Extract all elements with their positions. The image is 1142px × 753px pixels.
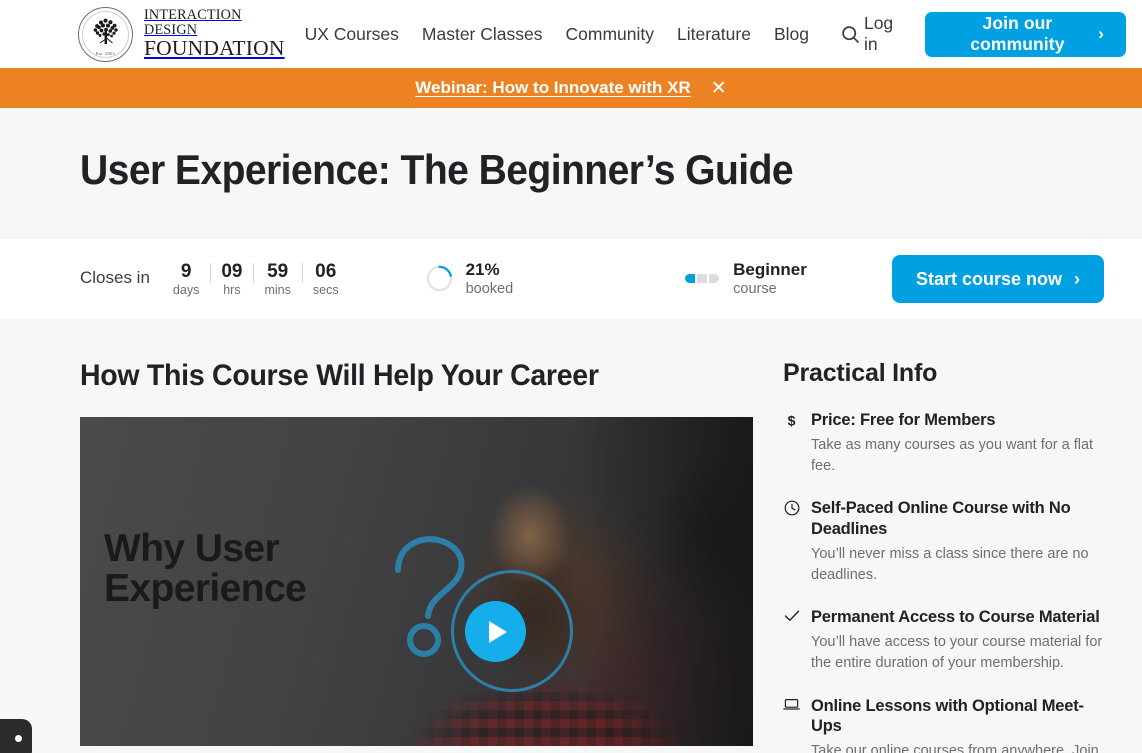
countdown-days-label: days <box>172 283 200 298</box>
start-course-button[interactable]: Start course now › <box>891 255 1104 303</box>
play-button[interactable] <box>465 601 526 662</box>
closes-in-label: Closes in <box>80 267 150 287</box>
laptop-icon <box>783 696 800 753</box>
logo-est-text: Est. 2002 <box>95 50 116 56</box>
booked-percent: 21% <box>465 259 500 279</box>
dollar-icon: $ <box>783 410 800 476</box>
tree-logo-icon: Est. 2002 <box>78 6 133 62</box>
info-title: Permanent Access to Course Material <box>811 608 1100 627</box>
video-overlay-title: Why User Experience <box>104 527 307 610</box>
countdown-seconds-value: 06 <box>315 260 337 282</box>
header-actions: Log in Join our community › <box>864 11 1126 57</box>
hero-section: User Experience: The Beginner’s Guide <box>0 108 1142 239</box>
countdown-hours-label: hrs <box>223 283 241 298</box>
close-icon[interactable]: ✕ <box>711 79 727 98</box>
play-triangle-icon <box>489 620 507 643</box>
career-section: How This Course Will Help Your Career Wh… <box>80 319 753 746</box>
nav-item-literature[interactable]: Literature <box>677 24 751 45</box>
practical-info-title: Practical Info <box>783 359 938 387</box>
practical-info-panel: Practical Info $ Price: Free for Members… <box>783 319 1113 753</box>
countdown-hours-value: 09 <box>221 260 243 282</box>
info-desc: Take our online courses from anywhere. J… <box>811 743 1099 753</box>
course-video-thumbnail[interactable]: Why User Experience <box>80 417 753 746</box>
chat-widget-corner[interactable] <box>0 719 32 753</box>
logo-line-2: FOUNDATION <box>144 36 285 61</box>
chat-widget-dot-icon <box>15 735 22 742</box>
start-course-label: Start course now <box>915 268 1062 289</box>
login-link[interactable]: Log in <box>864 13 905 55</box>
chevron-right-icon: › <box>1074 268 1080 289</box>
main-content: How This Course Will Help Your Career Wh… <box>0 319 1142 753</box>
join-community-button[interactable]: Join our community › <box>924 11 1126 57</box>
nav-item-blog[interactable]: Blog <box>774 24 809 45</box>
info-desc: Take as many courses as you want for a f… <box>811 437 1094 474</box>
check-icon <box>783 607 800 673</box>
countdown-minutes-label: mins <box>264 283 291 298</box>
logo-line-1: INTERACTION DESIGN <box>144 7 242 38</box>
countdown-minutes: 59 mins <box>253 260 301 298</box>
countdown-seconds-label: secs <box>312 283 339 298</box>
section-title: How This Course Will Help Your Career <box>80 359 599 392</box>
info-desc: You’ll have access to your course materi… <box>811 634 1103 672</box>
info-item-online-lessons: Online Lessons with Optional Meet-Ups Ta… <box>783 696 1113 753</box>
info-item-self-paced: Self-Paced Online Course with No Deadlin… <box>783 498 1113 585</box>
svg-text:$: $ <box>788 413 796 429</box>
countdown-hours: 09 hrs <box>210 260 253 298</box>
chevron-right-icon: › <box>1098 24 1104 43</box>
page-title: User Experience: The Beginner’s Guide <box>80 146 794 193</box>
info-item-permanent-access: Permanent Access to Course Material You’… <box>783 607 1113 673</box>
booked-stat: 21% booked <box>426 259 514 299</box>
countdown-days-value: 9 <box>180 260 192 282</box>
nav-item-ux-courses[interactable]: UX Courses <box>305 24 399 45</box>
video-overlay-line-1: Why User <box>104 527 280 570</box>
difficulty-stat: Beginner course <box>685 260 807 299</box>
difficulty-label: course <box>733 281 777 298</box>
info-title: Online Lessons with Optional Meet-Ups <box>811 696 1084 735</box>
main-navigation: UX Courses Master Classes Community Lite… <box>305 21 864 47</box>
join-community-label: Join our community <box>970 13 1065 54</box>
difficulty-value: Beginner <box>733 259 807 279</box>
info-desc: You’ll never miss a class since there ar… <box>811 546 1089 583</box>
info-title: Self-Paced Online Course with No Deadlin… <box>811 499 1071 538</box>
nav-item-community[interactable]: Community <box>566 24 655 45</box>
promo-banner: Webinar: How to Innovate with XR ✕ <box>0 68 1142 108</box>
site-logo[interactable]: Est. 2002 INTERACTION DESIGN FOUNDATION <box>78 6 285 62</box>
info-item-price: $ Price: Free for Members Take as many c… <box>783 410 1113 476</box>
info-title: Price: Free for Members <box>811 411 996 429</box>
booked-label: booked <box>465 281 514 298</box>
site-header: Est. 2002 INTERACTION DESIGN FOUNDATION … <box>0 0 1142 68</box>
countdown-minutes-value: 59 <box>267 260 289 282</box>
video-overlay-line-2: Experience <box>104 566 307 610</box>
nav-item-master-classes[interactable]: Master Classes <box>422 24 543 45</box>
search-icon[interactable] <box>838 21 864 47</box>
clock-icon <box>783 498 800 585</box>
countdown-timer: Closes in 9 days 09 hrs 59 mins 06 secs <box>80 261 350 298</box>
promo-banner-link[interactable]: Webinar: How to Innovate with XR <box>415 78 690 98</box>
countdown-days: 9 days <box>162 261 210 298</box>
logo-wordmark: INTERACTION DESIGN FOUNDATION <box>144 8 285 60</box>
booked-progress-ring <box>426 265 453 292</box>
difficulty-segments-icon <box>685 274 720 284</box>
course-stats-bar: Closes in 9 days 09 hrs 59 mins 06 secs <box>0 239 1142 319</box>
countdown-seconds: 06 secs <box>301 260 350 298</box>
page-root: Est. 2002 INTERACTION DESIGN FOUNDATION … <box>0 0 1142 753</box>
